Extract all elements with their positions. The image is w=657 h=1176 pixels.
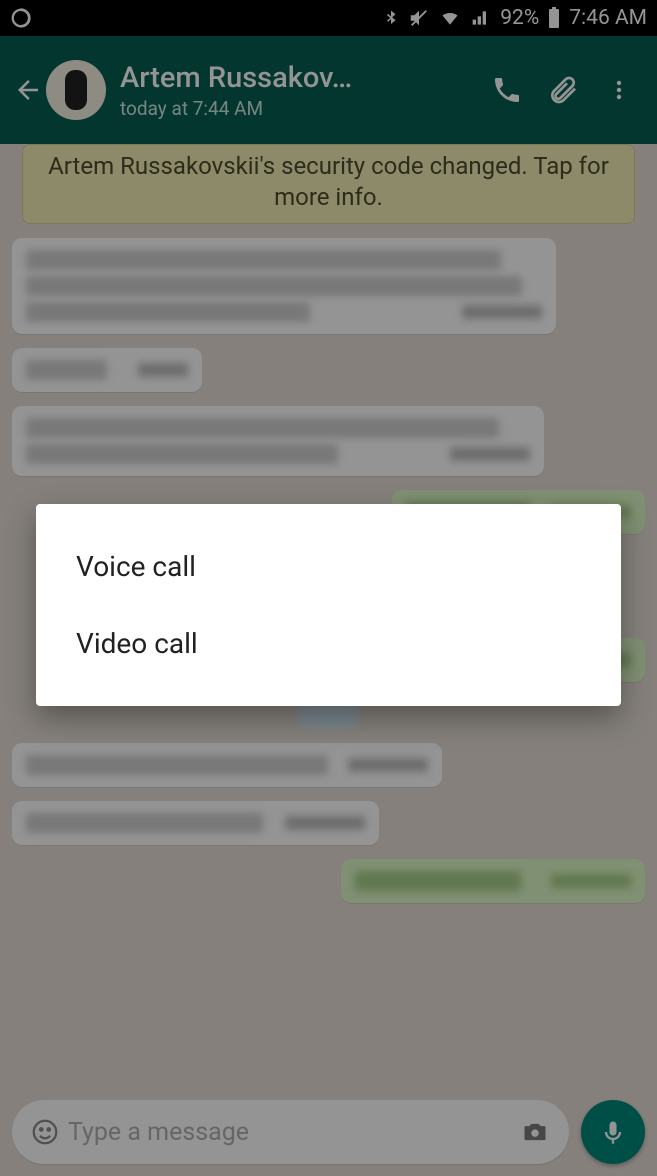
call-type-dialog: Voice call Video call: [36, 504, 621, 706]
voice-call-option[interactable]: Voice call: [36, 528, 621, 605]
video-call-option[interactable]: Video call: [36, 605, 621, 682]
